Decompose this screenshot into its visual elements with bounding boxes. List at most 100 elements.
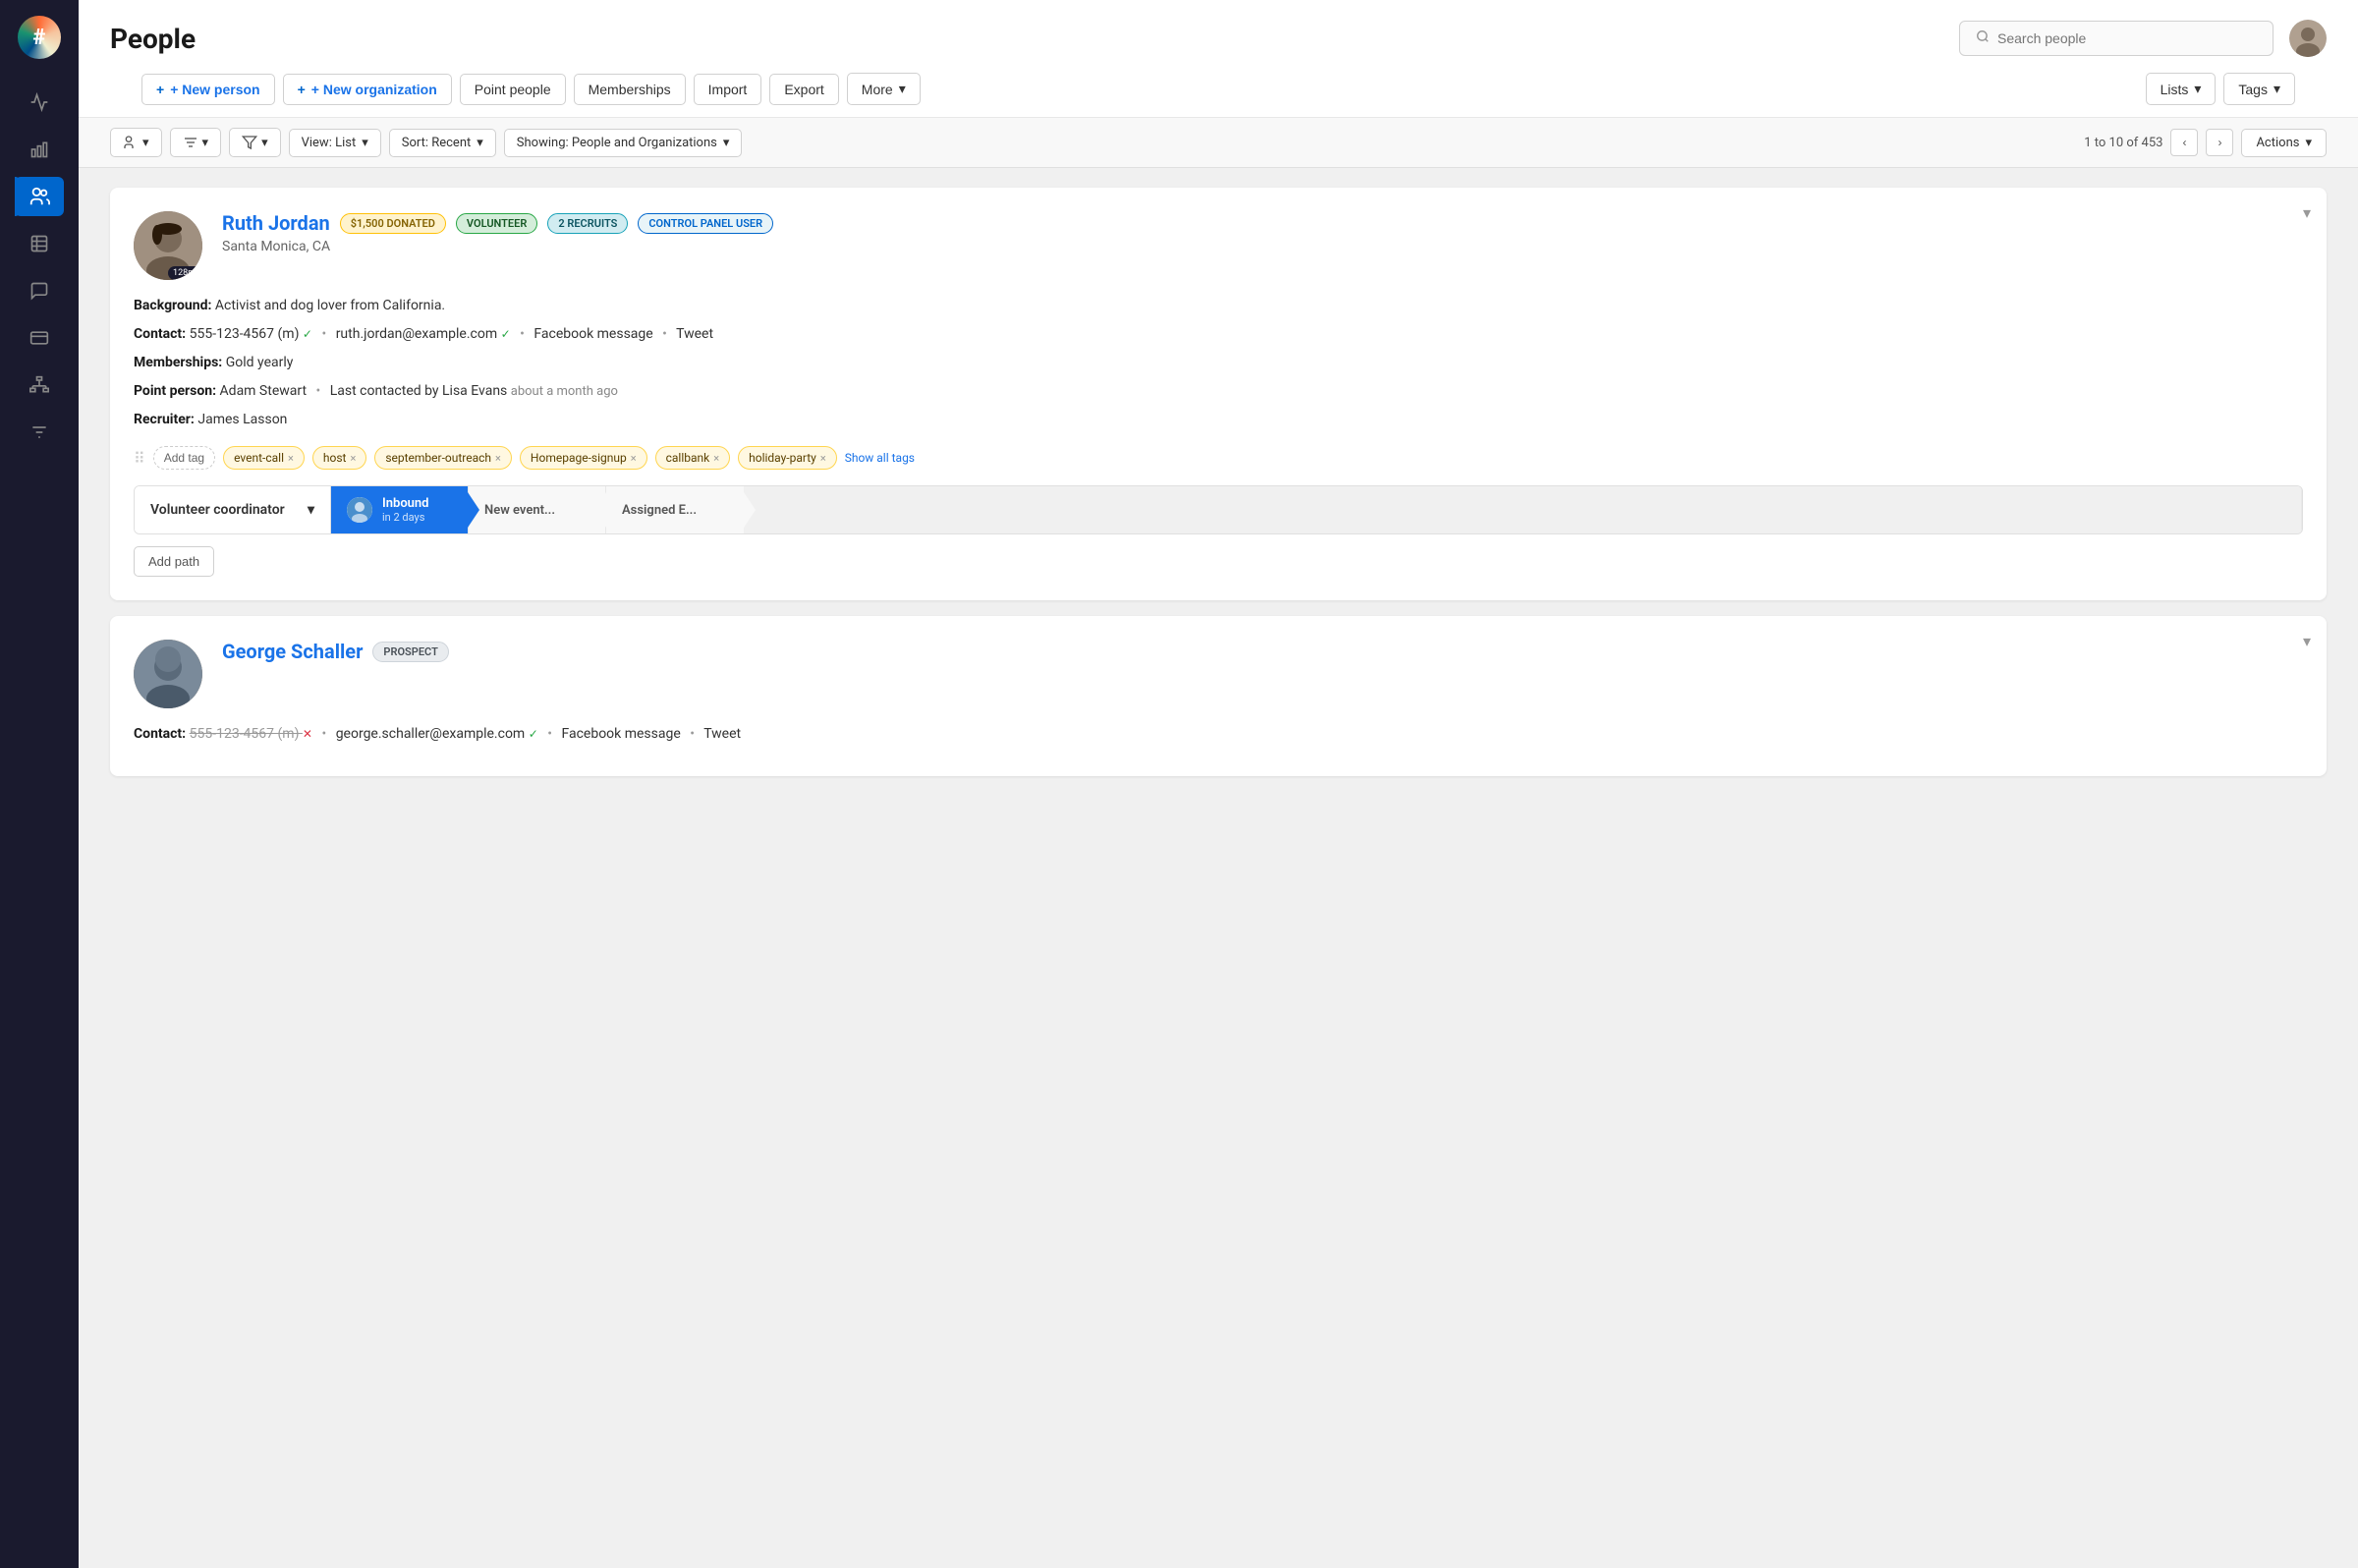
tag-callbank[interactable]: callbank × xyxy=(655,446,731,470)
collapse-button[interactable]: ▾ xyxy=(2303,632,2311,651)
memberships-button[interactable]: Memberships xyxy=(574,74,686,105)
pipeline-stage-empty xyxy=(744,486,2302,533)
point-people-button[interactable]: Point people xyxy=(460,74,566,105)
phone-verified-icon: ✓ xyxy=(303,327,312,341)
pipeline-stage-assigned[interactable]: Assigned E... xyxy=(606,486,744,533)
sidebar: # xyxy=(0,0,79,1568)
more-button[interactable]: More ▾ xyxy=(847,73,921,105)
email-verified-icon: ✓ xyxy=(529,727,538,741)
recruiter-row: Recruiter: James Lasson xyxy=(134,410,2303,430)
contact-row: Contact: 555-123-4567 (m) ✓ • ruth.jorda… xyxy=(134,324,2303,345)
remove-tag-icon[interactable]: × xyxy=(288,452,294,465)
pipeline-stages: Inbound in 2 days New event... Assigned xyxy=(331,486,2302,533)
stage-name: New event... xyxy=(484,503,555,518)
remove-tag-icon[interactable]: × xyxy=(495,452,501,465)
search-bar[interactable] xyxy=(1959,21,2274,56)
avatar: 128pc xyxy=(134,211,202,280)
sort-filter-btn[interactable]: ▾ xyxy=(170,128,222,157)
stage-name: Assigned E... xyxy=(622,503,697,518)
person-card: ▾ George Schaller xyxy=(110,616,2327,776)
pipeline-stage-inbound[interactable]: Inbound in 2 days xyxy=(331,486,469,533)
sidebar-item-charts[interactable] xyxy=(15,130,64,169)
control-panel-badge: CONTROL PANEL USER xyxy=(638,213,773,234)
sidebar-item-filters[interactable] xyxy=(15,413,64,452)
content-area: ▾ 128pc xyxy=(79,168,2358,1568)
sidebar-item-table[interactable] xyxy=(15,224,64,263)
new-person-button[interactable]: + + New person xyxy=(141,74,275,105)
show-all-tags-link[interactable]: Show all tags xyxy=(845,451,915,465)
view-select[interactable]: View: List ▾ xyxy=(289,129,381,157)
tags-row: ⠿ Add tag event-call × host × september-… xyxy=(134,446,2303,470)
sidebar-item-org[interactable] xyxy=(15,365,64,405)
drag-handle[interactable]: ⠿ xyxy=(134,449,145,468)
collapse-button[interactable]: ▾ xyxy=(2303,203,2311,223)
pipeline-label[interactable]: Volunteer coordinator ▾ xyxy=(135,486,331,533)
pipeline-row: Volunteer coordinator ▾ xyxy=(134,485,2303,534)
email-verified-icon: ✓ xyxy=(501,327,511,341)
person-details: Background: Activist and dog lover from … xyxy=(134,296,2303,430)
stage-name: Inbound xyxy=(382,496,429,511)
header: People xyxy=(79,0,2358,118)
sidebar-item-wallet[interactable] xyxy=(15,318,64,358)
tags-button[interactable]: Tags ▾ xyxy=(2223,73,2295,105)
person-name[interactable]: George Schaller xyxy=(222,640,363,663)
point-person-row: Point person: Adam Stewart • Last contac… xyxy=(134,381,2303,402)
pipeline-stage-new-event[interactable]: New event... xyxy=(469,486,606,533)
memberships-row: Memberships: Gold yearly xyxy=(134,353,2303,373)
person-location: Santa Monica, CA xyxy=(222,239,2303,254)
logo-symbol: # xyxy=(33,26,46,50)
remove-tag-icon[interactable]: × xyxy=(350,452,356,465)
user-avatar[interactable] xyxy=(2289,20,2327,57)
recruits-badge: 2 RECRUITS xyxy=(547,213,628,234)
header-right xyxy=(1959,20,2327,57)
person-header: 128pc Ruth Jordan $1,500 DONATED VOLUNTE… xyxy=(134,211,2303,280)
background-row: Background: Activist and dog lover from … xyxy=(134,296,2303,316)
remove-tag-icon[interactable]: × xyxy=(713,452,719,465)
export-button[interactable]: Export xyxy=(769,74,838,105)
tag-host[interactable]: host × xyxy=(312,446,366,470)
avatar xyxy=(134,640,202,708)
column-filter-btn[interactable]: ▾ xyxy=(229,128,281,157)
volunteer-badge: VOLUNTEER xyxy=(456,213,537,234)
header-toolbar: + + New person + + New organization Poin… xyxy=(110,73,2327,117)
sidebar-item-messages[interactable] xyxy=(15,271,64,310)
prospect-badge: PROSPECT xyxy=(372,642,448,662)
header-top: People xyxy=(110,20,2327,57)
stage-sub: in 2 days xyxy=(382,511,429,524)
people-filter-btn[interactable]: ▾ xyxy=(110,128,162,157)
tag-holiday-party[interactable]: holiday-party × xyxy=(738,446,837,470)
phone-invalid-icon: ✕ xyxy=(303,727,312,741)
page-title: People xyxy=(110,23,196,55)
donated-badge: $1,500 DONATED xyxy=(340,213,446,234)
person-info: George Schaller PROSPECT xyxy=(222,640,2303,667)
person-name-row: George Schaller PROSPECT xyxy=(222,640,2303,663)
person-card: ▾ 128pc xyxy=(110,188,2327,600)
showing-select[interactable]: Showing: People and Organizations ▾ xyxy=(504,129,743,157)
add-tag-button[interactable]: Add tag xyxy=(153,446,215,470)
person-info: Ruth Jordan $1,500 DONATED VOLUNTEER 2 R… xyxy=(222,211,2303,254)
contact-row: Contact: 555-123-4567 (m) ✕ • george.sch… xyxy=(134,724,2303,745)
tag-homepage-signup[interactable]: Homepage-signup × xyxy=(520,446,647,470)
next-page-button[interactable]: › xyxy=(2206,129,2233,156)
remove-tag-icon[interactable]: × xyxy=(820,452,826,465)
prev-page-button[interactable]: ‹ xyxy=(2170,129,2198,156)
import-button[interactable]: Import xyxy=(694,74,762,105)
app-logo[interactable]: # xyxy=(18,16,61,59)
person-name[interactable]: Ruth Jordan xyxy=(222,211,330,235)
add-path-button[interactable]: Add path xyxy=(134,546,214,577)
sidebar-item-analytics[interactable] xyxy=(15,83,64,122)
subbar: ▾ ▾ ▾ View: List ▾ Sort: Recent ▾ Showin… xyxy=(79,118,2358,168)
sort-select[interactable]: Sort: Recent ▾ xyxy=(389,129,496,157)
sidebar-item-people[interactable] xyxy=(15,177,64,216)
tag-september-outreach[interactable]: september-outreach × xyxy=(374,446,512,470)
remove-tag-icon[interactable]: × xyxy=(631,452,637,465)
lists-button[interactable]: Lists ▾ xyxy=(2146,73,2217,105)
person-name-row: Ruth Jordan $1,500 DONATED VOLUNTEER 2 R… xyxy=(222,211,2303,235)
new-organization-button[interactable]: + + New organization xyxy=(283,74,452,105)
tag-event-call[interactable]: event-call × xyxy=(223,446,305,470)
actions-dropdown[interactable]: Actions ▾ xyxy=(2241,129,2327,157)
main-area: People xyxy=(79,0,2358,1568)
active-indicator xyxy=(15,177,19,216)
search-input[interactable] xyxy=(1997,30,2257,46)
page-info: 1 to 10 of 453 xyxy=(2084,136,2162,150)
